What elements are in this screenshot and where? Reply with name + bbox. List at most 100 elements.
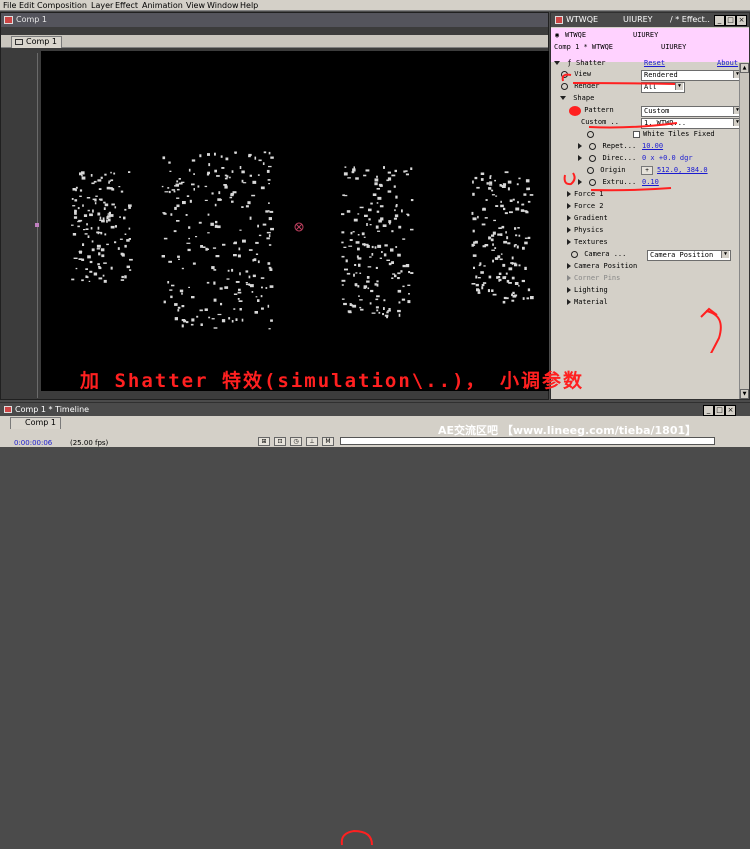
shatter-particle xyxy=(357,234,360,236)
shatter-particle xyxy=(176,188,180,191)
shatter-particle xyxy=(181,292,183,295)
shatter-particle xyxy=(508,267,513,271)
shatter-particle xyxy=(383,166,385,169)
shatter-particle xyxy=(516,245,519,249)
minimize-button[interactable]: _ xyxy=(714,15,725,26)
scroll-down-arrow-icon[interactable]: ▼ xyxy=(740,389,749,399)
shatter-particle xyxy=(512,198,515,201)
shatter-particle xyxy=(495,205,499,207)
switch-icon[interactable]: ⊡ xyxy=(274,437,286,446)
shatter-particle xyxy=(214,203,217,207)
shatter-particle xyxy=(213,298,217,302)
shatter-particle xyxy=(177,306,181,309)
shatter-particle xyxy=(379,183,382,187)
shatter-particle xyxy=(241,318,244,322)
shatter-particle xyxy=(343,172,348,176)
shatter-particle xyxy=(488,187,492,190)
maximize-button[interactable]: □ xyxy=(714,405,725,416)
shatter-particle xyxy=(101,219,105,223)
shatter-particle xyxy=(229,176,231,179)
menu-edit[interactable]: Edit xyxy=(19,0,35,11)
shatter-particle xyxy=(363,243,366,247)
maximize-button[interactable]: □ xyxy=(725,15,736,26)
shatter-particle xyxy=(238,300,243,302)
menu-file[interactable]: File xyxy=(3,0,16,11)
shatter-particle xyxy=(99,219,102,221)
minimize-button[interactable]: _ xyxy=(703,405,714,416)
menu-help[interactable]: Help xyxy=(240,0,258,11)
shatter-particle xyxy=(506,236,509,240)
shatter-particle xyxy=(393,217,397,220)
shatter-particle xyxy=(367,266,372,268)
shatter-particle xyxy=(500,253,503,255)
close-button[interactable]: × xyxy=(736,15,747,26)
shatter-particle xyxy=(124,244,127,248)
time-navigator-bar[interactable] xyxy=(340,437,715,445)
shatter-particle xyxy=(363,174,367,177)
shatter-particle xyxy=(410,199,414,202)
shatter-particle xyxy=(502,300,506,304)
clock-icon[interactable]: ◷ xyxy=(290,437,302,446)
shatter-particle xyxy=(346,272,351,275)
render-icon[interactable]: ⊞ xyxy=(258,437,270,446)
composition-viewer[interactable] xyxy=(41,51,549,391)
shatter-particle xyxy=(120,190,124,193)
shatter-particle xyxy=(357,213,360,215)
shatter-particle xyxy=(95,195,98,197)
shatter-particle xyxy=(376,175,378,178)
shatter-particle xyxy=(222,243,226,246)
shatter-particle xyxy=(186,242,191,244)
shatter-particle xyxy=(265,287,268,289)
shatter-particle xyxy=(94,202,97,205)
effect-window-titlebar[interactable]: WTWQE UIUREY / * Effect.. _ □ × xyxy=(551,13,749,27)
shatter-particle xyxy=(491,234,495,237)
shatter-particle xyxy=(97,263,100,266)
shatter-particle xyxy=(248,275,251,279)
shatter-particle xyxy=(186,321,189,324)
shatter-particle xyxy=(516,183,519,186)
effect-tab-row[interactable]: ◉ WTWQE UIUREY xyxy=(551,30,741,41)
shatter-particle xyxy=(367,287,370,290)
shatter-particle xyxy=(517,201,519,204)
shatter-particle xyxy=(179,289,184,293)
shatter-particle xyxy=(248,249,253,251)
menu-composition[interactable]: Composition xyxy=(37,0,87,11)
menu-layer[interactable]: Layer xyxy=(91,0,113,11)
shatter-particle xyxy=(500,204,504,208)
timeline-title: Comp 1 * Timeline xyxy=(15,405,90,414)
timeline-tab-comp-1[interactable]: Comp 1 xyxy=(10,417,61,429)
shatter-particle xyxy=(92,198,95,201)
shatter-particle xyxy=(260,277,265,279)
motion-blur-icon[interactable]: M xyxy=(322,437,334,446)
shatter-particle xyxy=(400,270,403,273)
timecode[interactable]: 0:00:00:06 xyxy=(14,439,52,447)
shatter-particle xyxy=(173,190,176,193)
shatter-particle xyxy=(472,229,475,233)
shatter-particle xyxy=(254,311,258,314)
shatter-particle xyxy=(96,244,101,248)
shatter-particle xyxy=(378,219,382,223)
close-button[interactable]: × xyxy=(725,405,736,416)
shatter-particle xyxy=(195,236,198,238)
scroll-up-arrow-icon[interactable]: ▲ xyxy=(740,63,749,73)
shatter-particle xyxy=(89,260,93,264)
shatter-particle xyxy=(266,169,270,173)
timeline-titlebar[interactable]: Comp 1 * Timeline _ □ × xyxy=(0,403,750,416)
shatter-particle xyxy=(268,217,272,221)
shatter-particle xyxy=(514,263,518,267)
shatter-particle xyxy=(255,241,259,244)
menu-animation[interactable]: Animation xyxy=(142,0,183,11)
shatter-particle xyxy=(211,318,215,320)
shatter-particle xyxy=(81,279,84,282)
menu-view[interactable]: View xyxy=(186,0,205,11)
menu-window[interactable]: Window xyxy=(207,0,239,11)
shatter-particle xyxy=(406,213,409,215)
shatter-particle xyxy=(394,274,397,278)
timeline-icon xyxy=(4,406,12,413)
menu-effect[interactable]: Effect xyxy=(115,0,138,11)
graph-icon[interactable]: ⊥ xyxy=(306,437,318,446)
effect-layer-row: Comp 1 * WTWQE UIUREY xyxy=(551,42,741,53)
comp-window-titlebar[interactable]: Comp 1 xyxy=(1,13,548,27)
tab-comp-1[interactable]: Comp 1 xyxy=(11,36,62,48)
shatter-particle xyxy=(182,201,186,205)
